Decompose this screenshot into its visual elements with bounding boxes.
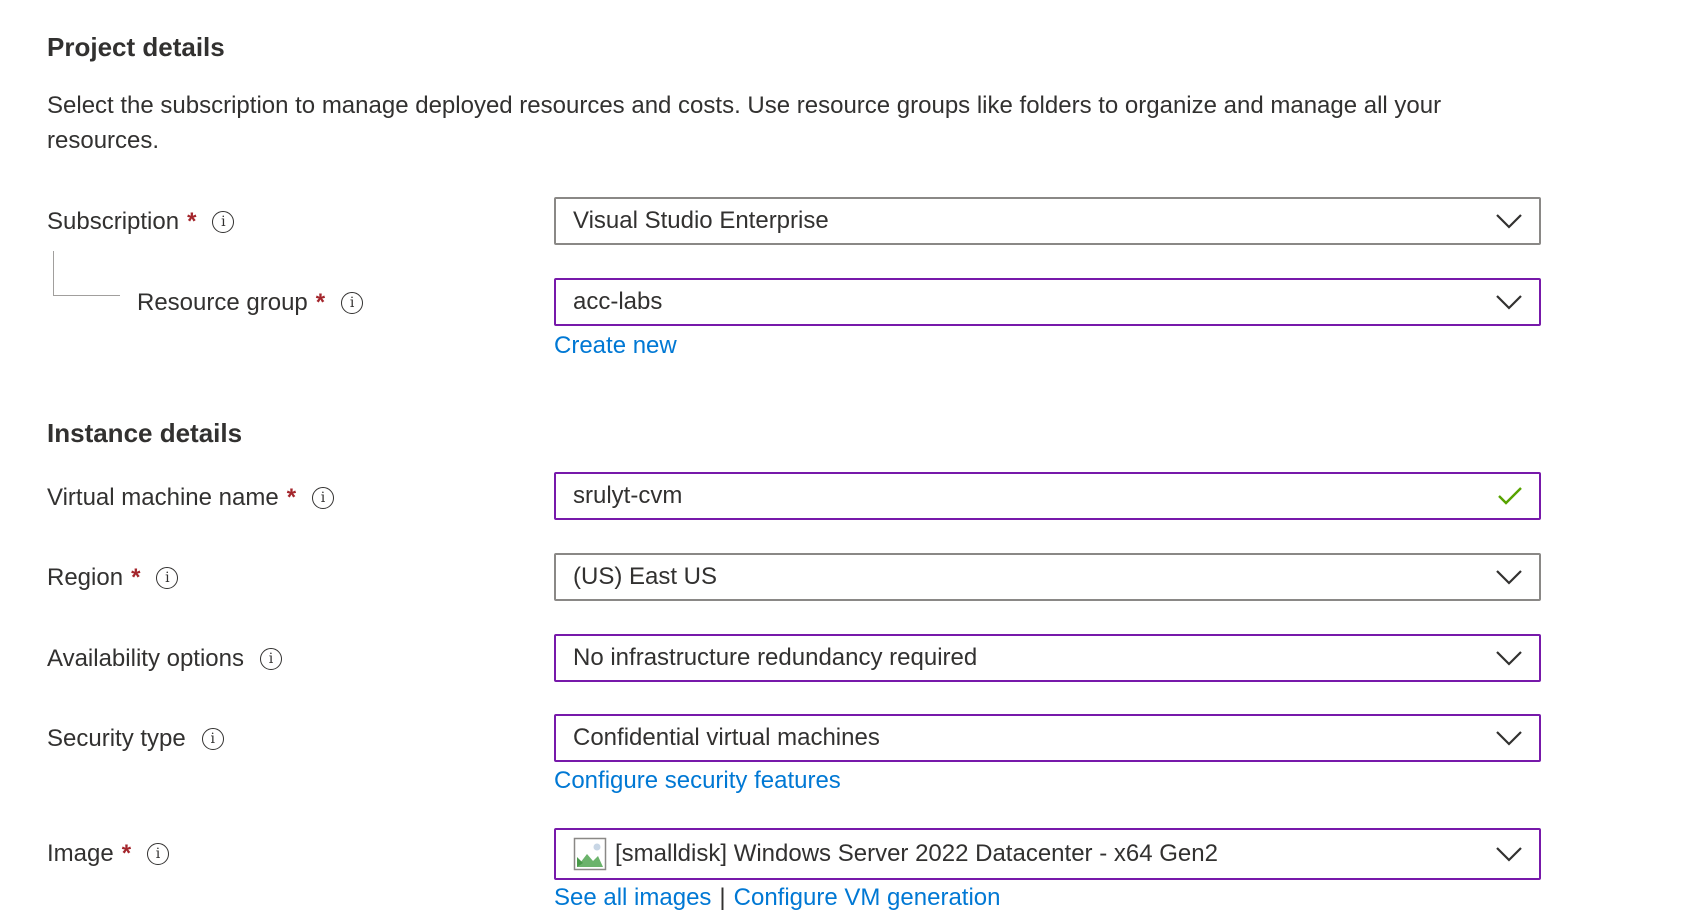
subscription-label: Subscription: [47, 208, 180, 235]
chevron-down-icon: [1496, 214, 1522, 229]
chevron-down-icon: [1496, 847, 1522, 862]
resource-group-dropdown[interactable]: acc-labs: [554, 278, 1541, 326]
subscription-dropdown[interactable]: Visual Studio Enterprise: [554, 197, 1541, 245]
region-value: (US) East US: [573, 563, 718, 590]
chevron-down-icon: [1496, 731, 1522, 746]
chevron-down-icon: [1496, 570, 1522, 585]
resource-group-value: acc-labs: [573, 288, 663, 315]
tree-connector: [53, 251, 120, 296]
vm-name-label: Virtual machine name: [47, 484, 279, 511]
vm-name-label-row: Virtual machine name * i: [47, 478, 335, 518]
region-label-row: Region * i: [47, 558, 179, 598]
chevron-down-icon: [1496, 295, 1522, 310]
region-dropdown[interactable]: (US) East US: [554, 553, 1541, 601]
info-icon[interactable]: i: [156, 567, 179, 589]
instance-details-heading: Instance details: [47, 418, 243, 448]
info-icon[interactable]: i: [201, 728, 224, 750]
info-icon[interactable]: i: [147, 843, 170, 865]
security-type-value: Confidential virtual machines: [573, 724, 880, 751]
info-icon[interactable]: i: [341, 292, 364, 314]
checkmark-icon: [1498, 487, 1522, 505]
security-type-label: Security type: [47, 725, 186, 752]
link-separator: |: [719, 884, 726, 911]
availability-dropdown[interactable]: No infrastructure redundancy required: [554, 634, 1541, 682]
configure-security-features-link[interactable]: Configure security features: [554, 767, 841, 795]
vm-name-input[interactable]: srulyt-cvm: [554, 472, 1541, 520]
chevron-down-icon: [1496, 651, 1522, 666]
see-all-images-link[interactable]: See all images: [554, 884, 711, 912]
configure-vm-generation-link[interactable]: Configure VM generation: [734, 884, 1001, 912]
image-value: [smalldisk] Windows Server 2022 Datacent…: [615, 840, 1218, 867]
project-details-description: Select the subscription to manage deploy…: [47, 92, 1442, 154]
info-icon[interactable]: i: [312, 487, 335, 509]
required-marker: *: [286, 484, 297, 511]
required-marker: *: [131, 564, 141, 591]
resource-group-label: Resource group: [137, 289, 308, 316]
required-marker: *: [121, 840, 132, 867]
image-label-row: Image * i: [47, 834, 170, 874]
subscription-value: Visual Studio Enterprise: [573, 207, 829, 234]
image-links: See all images | Configure VM generation: [554, 884, 1000, 912]
vm-name-value: srulyt-cvm: [573, 482, 683, 509]
subscription-label-row: Subscription * i: [47, 202, 235, 242]
info-icon[interactable]: i: [260, 648, 283, 670]
security-type-label-row: Security type i: [47, 719, 224, 759]
image-placeholder-icon: [573, 837, 607, 871]
resource-group-label-row: Resource group * i: [137, 283, 364, 323]
region-label: Region: [47, 564, 124, 591]
image-label: Image: [47, 840, 114, 867]
availability-label-row: Availability options i: [47, 639, 283, 679]
create-new-link[interactable]: Create new: [554, 332, 677, 360]
security-type-dropdown[interactable]: Confidential virtual machines: [554, 714, 1541, 762]
required-marker: *: [187, 208, 197, 235]
required-marker: *: [315, 289, 326, 316]
availability-label: Availability options: [47, 645, 245, 672]
availability-value: No infrastructure redundancy required: [573, 644, 978, 671]
image-dropdown[interactable]: [smalldisk] Windows Server 2022 Datacent…: [554, 828, 1541, 880]
info-icon[interactable]: i: [212, 211, 235, 233]
project-details-heading: Project details: [47, 32, 225, 62]
